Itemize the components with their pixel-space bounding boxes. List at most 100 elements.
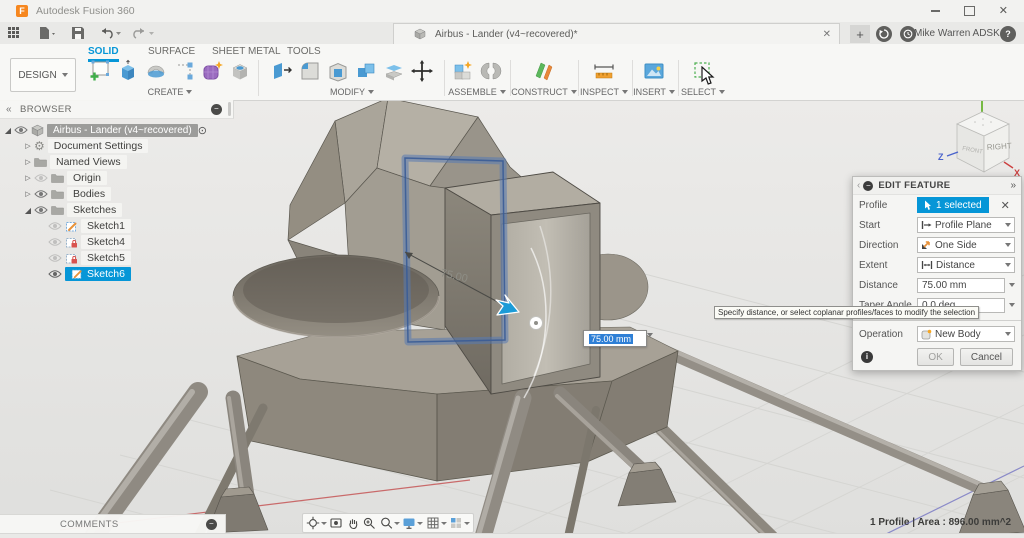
browser-header[interactable]: « BROWSER − — [0, 100, 234, 119]
start-dropdown[interactable]: Profile Plane — [917, 217, 1015, 233]
move-copy-button[interactable] — [409, 58, 435, 84]
origin-point-manipulator[interactable] — [530, 317, 543, 330]
revolve-button[interactable] — [143, 58, 169, 84]
eye-icon[interactable] — [14, 125, 28, 135]
undo-dropdown-icon[interactable] — [116, 32, 121, 35]
dropdown-arrow-icon[interactable] — [1009, 283, 1015, 287]
info-icon[interactable]: i — [861, 351, 873, 363]
user-name[interactable]: Mike Warren ADSK — [914, 22, 1000, 44]
group-label-insert[interactable]: INSERT — [633, 87, 675, 97]
save-icon[interactable] — [72, 27, 84, 39]
new-component-button[interactable] — [450, 58, 476, 84]
tree-expanded-icon[interactable]: ◢ — [22, 206, 34, 215]
maximize-button[interactable] — [964, 6, 975, 16]
orbit-tool[interactable] — [306, 516, 327, 530]
look-at-tool[interactable] — [329, 516, 343, 530]
tree-row-sketch4[interactable]: Sketch4 — [0, 234, 234, 250]
tree-node-label[interactable]: Sketch4 — [81, 235, 131, 249]
operation-dropdown[interactable]: New Body — [917, 326, 1015, 342]
shell-button[interactable] — [325, 58, 351, 84]
tree-collapsed-icon[interactable]: ▷ — [22, 142, 34, 150]
tree-row-origin[interactable]: ▷ Origin — [0, 170, 234, 186]
group-label-assemble[interactable]: ASSEMBLE — [448, 87, 506, 97]
eye-icon[interactable] — [48, 269, 62, 279]
eye-icon[interactable] — [34, 173, 48, 183]
tree-node-label[interactable]: Origin — [67, 171, 107, 185]
grid-layout-tool[interactable] — [426, 516, 447, 530]
minimize-button[interactable] — [931, 10, 940, 12]
create-form-button[interactable] — [199, 58, 225, 84]
tree-row-sketch6[interactable]: Sketch6 — [0, 266, 234, 282]
cancel-button[interactable]: Cancel — [960, 348, 1013, 366]
undo-icon[interactable] — [102, 28, 112, 38]
comments-bar[interactable]: COMMENTS − — [0, 514, 226, 533]
redo-icon[interactable] — [134, 28, 144, 38]
combine-button[interactable] — [353, 58, 379, 84]
pan-tool[interactable] — [346, 516, 360, 530]
zoom-tool[interactable] — [362, 516, 376, 530]
tree-expanded-icon[interactable]: ◢ — [2, 126, 14, 135]
tree-node-label[interactable]: Bodies — [67, 187, 111, 201]
tree-row-root[interactable]: ◢ Airbus - Lander (v4~recovered) ⊙ — [0, 122, 234, 138]
insert-canvas-button[interactable] — [641, 58, 667, 84]
job-status-icon[interactable] — [876, 26, 892, 42]
tree-node-label[interactable]: Sketches — [67, 203, 122, 217]
viewports-tool[interactable] — [449, 516, 470, 530]
file-menu-icon[interactable] — [40, 27, 55, 39]
tree-node-label[interactable]: Sketch5 — [81, 251, 131, 265]
project-geometry-button[interactable] — [171, 58, 197, 84]
split-body-button[interactable] — [381, 58, 407, 84]
tree-row-document-settings[interactable]: ▷ ⚙ Document Settings — [0, 138, 234, 154]
joint-button[interactable] — [478, 58, 504, 84]
tree-node-label[interactable]: Named Views — [50, 155, 127, 169]
direction-dropdown[interactable]: One Side — [917, 237, 1015, 253]
tree-row-named-views[interactable]: ▷ Named Views — [0, 154, 234, 170]
group-label-select[interactable]: SELECT — [681, 87, 725, 97]
tree-collapsed-icon[interactable]: ▷ — [22, 174, 34, 182]
press-pull-button[interactable] — [269, 58, 295, 84]
expand-dialog-icon[interactable]: » — [1010, 180, 1016, 191]
tree-collapsed-icon[interactable]: ▷ — [22, 190, 34, 198]
comments-toggle-icon[interactable]: − — [206, 519, 217, 530]
eye-icon[interactable] — [48, 221, 62, 231]
eye-icon[interactable] — [34, 205, 48, 215]
profile-selected-button[interactable]: 1 selected — [917, 197, 989, 213]
root-node-label[interactable]: Airbus - Lander (v4~recovered) — [47, 124, 198, 137]
dropdown-arrow-icon[interactable] — [1009, 303, 1015, 307]
eye-icon[interactable] — [48, 253, 62, 263]
new-tab-button[interactable]: + — [850, 25, 870, 43]
tree-row-bodies[interactable]: ▷ Bodies — [0, 186, 234, 202]
tree-collapsed-icon[interactable]: ▷ — [22, 158, 34, 166]
tree-row-sketch5[interactable]: Sketch5 — [0, 250, 234, 266]
fillet-button[interactable] — [297, 58, 323, 84]
tree-row-sketch1[interactable]: Sketch1 — [0, 218, 234, 234]
tree-node-label-selected[interactable]: Sketch6 — [65, 267, 131, 281]
collapse-panel-icon[interactable]: « — [6, 104, 12, 115]
eye-icon[interactable] — [34, 189, 48, 199]
zoom-window-tool[interactable] — [379, 516, 400, 530]
tree-node-label[interactable]: Document Settings — [48, 139, 149, 153]
display-settings-tool[interactable] — [402, 516, 423, 530]
group-label-inspect[interactable]: INSPECT — [580, 87, 628, 97]
group-label-modify[interactable]: MODIFY — [330, 87, 374, 97]
distance-input[interactable]: 75.00 mm — [917, 278, 1005, 293]
close-button[interactable]: ✕ — [999, 6, 1008, 17]
create-sketch-button[interactable] — [87, 58, 113, 84]
extent-dropdown[interactable]: Distance — [917, 257, 1015, 273]
help-button[interactable]: ? — [1000, 26, 1016, 42]
redo-dropdown-icon[interactable] — [149, 32, 154, 35]
viewport-distance-input[interactable]: 75.00 mm — [583, 330, 647, 347]
construct-plane-button[interactable] — [531, 58, 557, 84]
extrude-button[interactable] — [115, 58, 141, 84]
clear-selection-icon[interactable]: ✕ — [1001, 199, 1010, 212]
dropdown-arrow-icon[interactable] — [647, 333, 653, 337]
activate-radio-icon[interactable]: ⊙ — [198, 124, 207, 137]
eye-icon[interactable] — [48, 237, 62, 247]
dialog-header[interactable]: ‹ − EDIT FEATURE » — [853, 177, 1021, 195]
app-grid-icon[interactable] — [8, 27, 19, 38]
hole-button[interactable] — [227, 58, 253, 84]
tree-row-sketches[interactable]: ◢ Sketches — [0, 202, 234, 218]
extruded-box[interactable] — [445, 172, 600, 394]
document-tab[interactable]: Airbus - Lander (v4~recovered)* ✕ — [393, 23, 840, 44]
ok-button[interactable]: OK — [917, 348, 953, 366]
